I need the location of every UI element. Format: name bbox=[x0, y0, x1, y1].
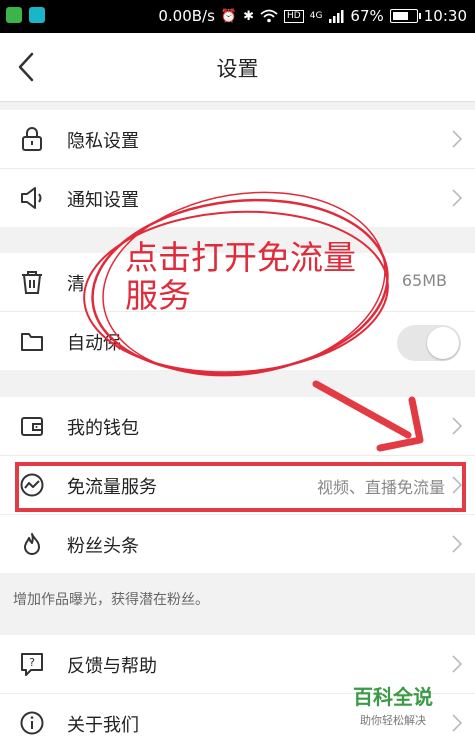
cache-size: 65MB bbox=[401, 271, 447, 290]
wallet-icon bbox=[21, 417, 43, 436]
row-label: 关于我们 bbox=[67, 715, 139, 736]
battery-icon bbox=[389, 9, 421, 23]
wallet-row[interactable]: 我的钱包 bbox=[0, 397, 475, 456]
row-label: 通知设置 bbox=[67, 190, 139, 211]
lock-icon bbox=[22, 127, 42, 151]
bluetooth-icon: ✱ bbox=[243, 8, 255, 24]
wifi-icon bbox=[260, 9, 278, 23]
alarm-icon: ⏰ bbox=[220, 8, 238, 24]
auto-save-row: 自动保 bbox=[0, 312, 475, 370]
info-icon bbox=[20, 711, 44, 735]
trend-circle-icon bbox=[20, 473, 44, 497]
chevron-right-icon bbox=[452, 189, 463, 207]
status-indicators: 0.00B/s ⏰ ✱ HD 4G 67% 10:30 bbox=[158, 7, 467, 25]
status-bar: 0.00B/s ⏰ ✱ HD 4G 67% 10:30 bbox=[0, 0, 475, 33]
notification-settings-row[interactable]: 通知设置 bbox=[0, 169, 475, 227]
page-title: 设置 bbox=[216, 57, 259, 81]
row-label: 自动保 bbox=[67, 333, 121, 354]
chevron-right-icon bbox=[452, 476, 463, 494]
watermark: 百科全说 助你轻松解决 bbox=[343, 681, 443, 728]
free-data-description: 视频、直播免流量 bbox=[316, 478, 445, 497]
settings-group-services: 我的钱包 免流量服务 视频、直播免流量 粉丝头条 bbox=[0, 397, 475, 573]
notification-app-icon bbox=[29, 7, 45, 23]
settings-group-privacy: 隐私设置 通知设置 bbox=[0, 110, 475, 227]
chevron-right-icon bbox=[452, 714, 463, 732]
chevron-right-icon bbox=[452, 417, 463, 435]
settings-group-storage: 清 65MB 自动保 bbox=[0, 253, 475, 370]
watermark-title: 百科全说 bbox=[353, 685, 433, 709]
folder-icon bbox=[21, 333, 43, 351]
row-label: 我的钱包 bbox=[67, 418, 139, 439]
flame-icon bbox=[24, 533, 40, 555]
battery-percent: 67% bbox=[350, 7, 384, 25]
network-type: 4G bbox=[309, 11, 323, 21]
row-label: 免流量服务 bbox=[67, 477, 157, 498]
notification-app-icon bbox=[6, 7, 22, 23]
chevron-right-icon bbox=[452, 130, 463, 148]
clock: 10:30 bbox=[423, 7, 467, 25]
chevron-right-icon bbox=[452, 535, 463, 553]
signal-icon bbox=[329, 10, 344, 23]
clear-cache-row[interactable]: 清 65MB bbox=[0, 253, 475, 312]
fans-headline-hint: 增加作品曝光，获得潜在粉丝。 bbox=[13, 592, 209, 608]
row-label: 反馈与帮助 bbox=[67, 656, 157, 677]
fans-headline-row[interactable]: 粉丝头条 bbox=[0, 515, 475, 573]
privacy-settings-row[interactable]: 隐私设置 bbox=[0, 110, 475, 169]
network-speed: 0.00B/s bbox=[158, 7, 215, 25]
free-data-service-row[interactable]: 免流量服务 视频、直播免流量 bbox=[0, 456, 475, 515]
title-bar: 设置 bbox=[0, 33, 475, 102]
row-label: 隐私设置 bbox=[67, 131, 139, 152]
svg-text:?: ? bbox=[29, 656, 35, 669]
speaker-icon bbox=[21, 187, 42, 209]
auto-save-toggle[interactable] bbox=[397, 325, 461, 361]
question-icon: ? bbox=[21, 653, 43, 676]
row-label: 清 bbox=[67, 274, 85, 295]
trash-icon bbox=[22, 271, 42, 294]
hd-badge: HD bbox=[284, 9, 304, 23]
chevron-right-icon bbox=[452, 655, 463, 673]
watermark-subtitle: 助你轻松解决 bbox=[360, 714, 426, 727]
row-label: 粉丝头条 bbox=[67, 536, 139, 557]
